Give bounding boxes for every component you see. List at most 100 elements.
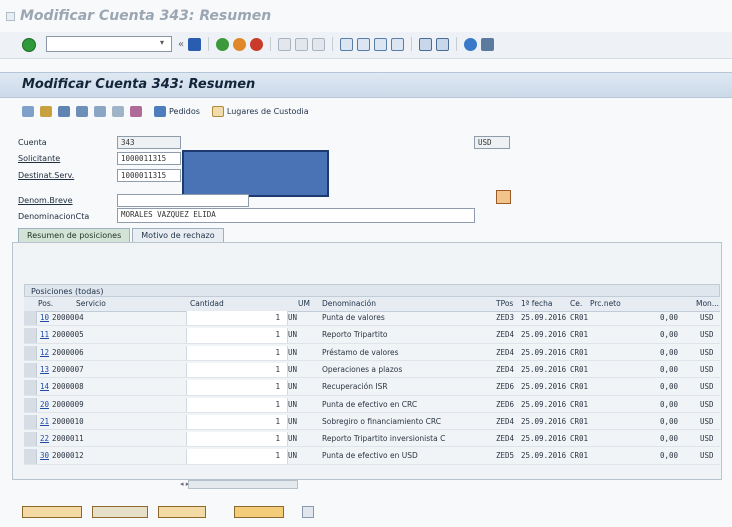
col-tpos[interactable]: TPos — [496, 299, 513, 308]
status-icon[interactable] — [112, 105, 124, 117]
cell-fecha: 25.09.2016 — [521, 451, 567, 461]
destinat-field[interactable]: 1000011315 — [117, 169, 181, 182]
cantidad-input[interactable] — [186, 397, 288, 412]
solicitante-field[interactable]: 1000011315 — [117, 152, 181, 165]
cell-pos[interactable]: 20 — [40, 400, 49, 409]
cancel-icon[interactable] — [250, 37, 264, 51]
table-row[interactable]: 11 2000005 1 UN Reporto Tripartito ZED4 25.09.… — [24, 328, 720, 344]
pedidos-button[interactable]: Pedidos — [154, 105, 200, 117]
col-denominacion[interactable]: Denominación — [322, 299, 376, 308]
chevron-down-icon[interactable]: ▾ — [155, 38, 169, 50]
cantidad-input[interactable] — [186, 432, 288, 447]
cell-pos[interactable]: 22 — [40, 434, 49, 443]
table-row[interactable]: 22 2000011 1 UN Reporto Tripartito inversion… — [24, 432, 720, 448]
find-icon[interactable] — [295, 37, 309, 51]
row-selector[interactable] — [24, 328, 37, 343]
cell-pos[interactable]: 12 — [40, 348, 49, 357]
table-row[interactable]: 30 2000012 1 UN Punta de efectivo en USD ZED5… — [24, 449, 720, 465]
cell-ce: CR01 — [570, 382, 589, 392]
destinat-label[interactable]: Destinat.Serv. — [18, 171, 74, 180]
cantidad-input[interactable] — [186, 362, 288, 378]
denom-breve-label[interactable]: Denom.Breve — [18, 196, 73, 205]
header-icon[interactable] — [76, 105, 88, 117]
col-pos[interactable]: Pos. — [38, 299, 53, 308]
denomcta-field[interactable]: MORALES VAZQUEZ ELIDA — [117, 208, 475, 223]
tab-motivo-rechazo[interactable]: Motivo de rechazo — [132, 228, 224, 243]
table-row[interactable]: 13 2000007 1 UN Operaciones a plazos ZED4 25.0… — [24, 362, 720, 379]
cantidad-input[interactable] — [186, 311, 288, 326]
cantidad-input[interactable] — [186, 449, 288, 464]
command-field[interactable] — [46, 36, 172, 52]
row-selector[interactable] — [24, 449, 37, 464]
cell-pos[interactable]: 21 — [40, 417, 49, 426]
cell-ce: CR01 — [570, 330, 589, 340]
denom-breve-field[interactable] — [117, 194, 249, 207]
table-row[interactable]: 20 2000009 1 UN Punta de efectivo en CRC ZED6… — [24, 397, 720, 413]
partner-icon[interactable] — [130, 105, 142, 117]
col-fecha[interactable]: 1ª fecha — [521, 299, 552, 308]
col-cantidad[interactable]: Cantidad — [190, 299, 224, 308]
edit-icon[interactable] — [40, 105, 52, 117]
save-icon[interactable] — [188, 37, 202, 51]
back-icon[interactable] — [216, 37, 230, 51]
cell-serv: 2000012 — [52, 451, 84, 461]
cantidad-input[interactable] — [186, 328, 288, 343]
horizontal-scrollbar[interactable] — [188, 480, 298, 489]
new-session-icon[interactable] — [419, 37, 433, 51]
items-icon[interactable] — [94, 105, 106, 117]
cantidad-input[interactable] — [186, 345, 288, 360]
col-moneda[interactable]: Mon... — [696, 299, 719, 308]
row-selector[interactable] — [24, 311, 37, 326]
col-precio-neto[interactable]: Prc.neto — [590, 299, 621, 308]
enter-icon[interactable] — [22, 38, 36, 52]
denomcta-label: DenominacionCta — [18, 212, 90, 221]
row-selector[interactable] — [24, 362, 37, 378]
document-flow-icon[interactable] — [58, 105, 70, 117]
row-selector[interactable] — [24, 397, 37, 412]
col-servicio[interactable]: Servicio — [76, 299, 106, 308]
cell-serv: 2000008 — [52, 382, 84, 392]
display-change-icon[interactable] — [22, 105, 34, 117]
sort-buttons[interactable] — [158, 506, 206, 518]
table-row[interactable]: 12 2000006 1 UN Préstamo de valores ZED4 25.09… — [24, 345, 720, 361]
exit-icon[interactable] — [233, 37, 247, 51]
shortcut-icon[interactable] — [436, 37, 450, 51]
print-icon[interactable] — [278, 37, 292, 51]
table-row[interactable]: 21 2000010 1 UN Sobregiro o financiamiento C… — [24, 414, 720, 431]
chart-icon[interactable] — [496, 190, 511, 204]
row-selector[interactable] — [24, 432, 37, 447]
cell-pos[interactable]: 11 — [40, 330, 49, 339]
col-um[interactable]: UM — [298, 299, 310, 308]
row-selector[interactable] — [24, 414, 37, 430]
cell-pos[interactable]: 13 — [40, 365, 49, 374]
cell-pos[interactable]: 10 — [40, 313, 49, 322]
cell-prc: 0,00 — [659, 364, 678, 374]
table-row[interactable]: 10 2000004 1 UN Punta de valores ZED3 25.09.20… — [24, 311, 720, 327]
table-row[interactable]: 14 2000008 1 UN Recuperación ISR ZED6 25.09.20… — [24, 380, 720, 396]
solicitante-label[interactable]: Solicitante — [18, 154, 60, 163]
col-centro[interactable]: Ce. — [570, 299, 582, 308]
cell-den: Préstamo de valores — [322, 347, 399, 357]
history-icon[interactable]: « — [178, 39, 184, 50]
insert-delete-buttons[interactable] — [92, 506, 148, 518]
cantidad-input[interactable] — [186, 414, 288, 430]
select-all-buttons[interactable] — [22, 506, 82, 518]
cell-um: UN — [288, 347, 298, 357]
first-page-icon[interactable] — [340, 37, 354, 51]
previous-page-icon[interactable] — [357, 37, 371, 51]
filter-buttons[interactable] — [234, 506, 284, 518]
cell-pos[interactable]: 30 — [40, 451, 49, 460]
last-page-icon[interactable] — [391, 37, 405, 51]
help-icon[interactable] — [464, 37, 478, 51]
next-page-icon[interactable] — [374, 37, 388, 51]
row-selector[interactable] — [24, 380, 37, 395]
cell-pos[interactable]: 14 — [40, 382, 49, 391]
lugares-custodia-button[interactable]: Lugares de Custodia — [211, 105, 309, 117]
settings-icon[interactable] — [302, 506, 314, 518]
row-selector[interactable] — [24, 345, 37, 360]
layout-icon[interactable] — [481, 37, 495, 51]
tab-resumen-posiciones[interactable]: Resumen de posiciones — [18, 228, 131, 243]
cantidad-input[interactable] — [186, 380, 288, 395]
find-next-icon[interactable] — [312, 37, 326, 51]
cell-fecha: 25.09.2016 — [521, 382, 567, 392]
